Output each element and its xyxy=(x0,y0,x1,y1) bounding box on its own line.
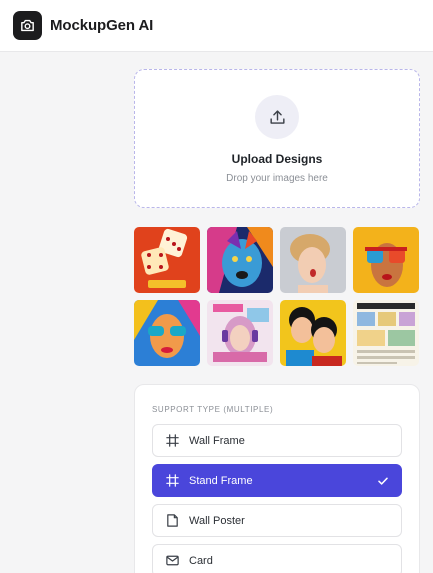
dice-image[interactable] xyxy=(134,227,200,293)
sunglasses-woman-image[interactable] xyxy=(353,227,419,293)
popart-couple-image[interactable] xyxy=(280,300,346,366)
option-label: Stand Frame xyxy=(189,474,253,487)
support-type-panel: SUPPORT TYPE (MULTIPLE) Wall Frame Stand… xyxy=(134,384,420,573)
mail-icon xyxy=(165,553,180,568)
option-card[interactable]: Card xyxy=(152,544,402,573)
frame-icon xyxy=(165,473,180,488)
camera-icon[interactable] xyxy=(13,11,42,40)
colorful-dog-image[interactable] xyxy=(207,227,273,293)
upload-title: Upload Designs xyxy=(231,152,323,166)
option-label: Wall Poster xyxy=(189,514,245,527)
upload-icon xyxy=(255,95,299,139)
thumbnail-grid xyxy=(134,227,420,366)
upload-dropzone[interactable]: Upload Designs Drop your images here xyxy=(134,69,420,208)
poster-icon xyxy=(165,513,180,528)
app-title: MockupGen AI xyxy=(50,17,154,34)
app-header: MockupGen AI xyxy=(0,0,433,52)
option-wall-frame[interactable]: Wall Frame xyxy=(152,424,402,457)
option-label: Card xyxy=(189,554,213,567)
frame-icon xyxy=(165,433,180,448)
upload-subtitle: Drop your images here xyxy=(226,173,328,184)
option-wall-poster[interactable]: Wall Poster xyxy=(152,504,402,537)
popart-woman-image[interactable] xyxy=(134,300,200,366)
option-label: Wall Frame xyxy=(189,434,245,447)
support-type-label: SUPPORT TYPE (MULTIPLE) xyxy=(152,405,274,414)
check-icon xyxy=(378,477,388,485)
surprised-woman-image[interactable] xyxy=(280,227,346,293)
option-stand-frame[interactable]: Stand Frame xyxy=(152,464,402,497)
comic-newspaper-image[interactable] xyxy=(353,300,419,366)
headphones-girl-magazine-image[interactable] xyxy=(207,300,273,366)
